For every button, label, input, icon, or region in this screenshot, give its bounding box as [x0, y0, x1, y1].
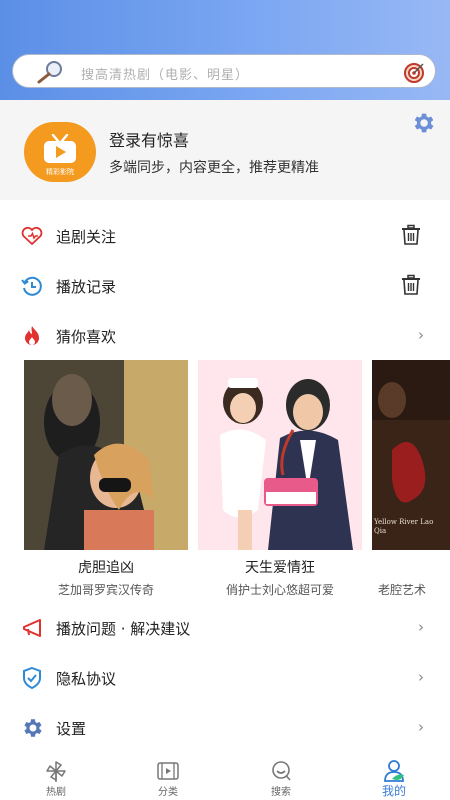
header-bar: 搜高清热剧（电影、明星） [0, 0, 450, 100]
history-icon [21, 276, 42, 296]
movie-subtitle: 老腔艺术 [378, 583, 427, 597]
flame-icon [25, 326, 39, 345]
tab-hot[interactable]: 热剧 [0, 750, 112, 800]
recommend-carousel[interactable]: 虎胆追凶 芝加哥罗宾汉传奇 天生爱情狂 俏护士刘心悠超可爱 Yellow Riv… [0, 360, 450, 605]
bottom-tab-bar: 热剧 分类 搜索 我的 [0, 750, 450, 800]
menu-item-label: 猜你喜欢 [56, 328, 117, 346]
chevron-right-icon: › [418, 618, 424, 636]
target-icon[interactable] [403, 62, 425, 84]
heart-icon [21, 226, 43, 246]
chevron-right-icon: › [418, 718, 424, 736]
pinwheel-icon [46, 761, 66, 782]
tab-label: 分类 [158, 787, 178, 798]
tab-label: 搜索 [271, 787, 291, 798]
movie-subtitle: 芝加哥罗宾汉传奇 [57, 583, 154, 597]
tab-label: 热剧 [46, 787, 66, 798]
app-logo: 精彩影院 [24, 122, 96, 182]
tab-search[interactable]: 搜索 [225, 750, 337, 800]
tab-label: 我的 [381, 784, 406, 798]
gear-icon [24, 719, 42, 737]
movie-subtitle: 俏护士刘心悠超可爱 [225, 583, 334, 597]
menu-item-label: 设置 [56, 720, 87, 738]
profile-card[interactable]: 精彩影院 登录有惊喜 多端同步，内容更全，推荐更精准 [0, 100, 450, 200]
megaphone-icon [23, 619, 41, 637]
movie-title: 虎胆追凶 [78, 560, 134, 576]
search-box[interactable]: 搜高清热剧（电影、明星） [12, 54, 436, 88]
poster-image [24, 360, 188, 550]
menu-item-label: 播放记录 [56, 278, 117, 296]
tv-icon [44, 134, 76, 163]
profile-icon [384, 760, 404, 782]
menu-item-privacy[interactable]: 隐私协议 › [0, 654, 450, 702]
tab-category[interactable]: 分类 [112, 750, 224, 800]
menu-item-follow[interactable]: 追剧关注 [0, 212, 450, 260]
poster-text: Yellow River Lao Qia [374, 518, 434, 535]
film-icon [157, 762, 179, 780]
tab-mine[interactable]: 我的 [338, 750, 450, 800]
menu-item-feedback[interactable]: 播放问题 · 解决建议 › [0, 604, 450, 652]
poster-image [198, 360, 362, 550]
menu-item-settings[interactable]: 设置 › [0, 704, 450, 752]
menu-item-recommend[interactable]: 猜你喜欢 › [0, 312, 450, 360]
trash-icon[interactable] [400, 274, 422, 296]
magnifier-icon [37, 61, 62, 84]
search-icon [272, 761, 291, 781]
movie-title: 天生爱情狂 [245, 560, 315, 576]
login-subtitle: 多端同步，内容更全，推荐更精准 [109, 160, 319, 176]
search-placeholder: 搜高清热剧（电影、明星） [81, 68, 250, 83]
logo-text: 精彩影院 [46, 168, 74, 176]
chevron-right-icon: › [418, 326, 424, 344]
login-title[interactable]: 登录有惊喜 [109, 127, 189, 151]
menu-item-label: 隐私协议 [56, 670, 117, 688]
menu-item-label: 追剧关注 [56, 228, 117, 246]
chevron-right-icon: › [418, 668, 424, 686]
menu-item-label: 播放问题 · 解决建议 [56, 620, 191, 638]
menu-item-history[interactable]: 播放记录 [0, 262, 450, 310]
settings-gear-icon[interactable] [410, 110, 436, 136]
shield-icon [23, 666, 41, 690]
trash-icon[interactable] [400, 224, 422, 246]
